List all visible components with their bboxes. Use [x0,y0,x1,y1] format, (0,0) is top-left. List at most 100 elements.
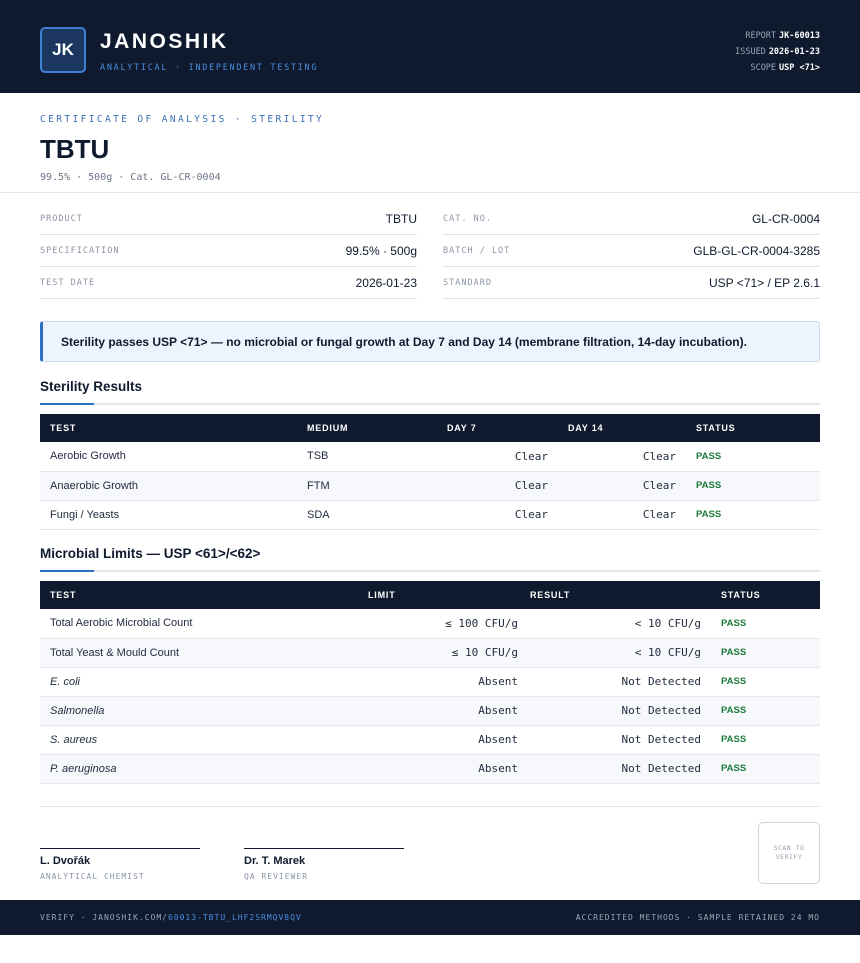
day7-result: Clear [437,442,558,472]
result: Not Detected [528,725,711,755]
section-underline [40,403,820,405]
status-badge: PASS [686,500,820,530]
status-badge: PASS [711,638,820,668]
status-badge: PASS [711,725,820,755]
test-name: Salmonella [40,696,358,726]
test-name: E. coli [40,667,358,697]
info-value: 99.5% · 500g [345,243,417,258]
sterility-section-title: Sterility Results [40,379,143,394]
limit: ≤ 10 CFU/g [358,638,528,668]
info-label: TEST DATE [40,277,96,288]
medium: TSB [297,442,437,472]
day14-result: Clear [558,500,686,530]
limit: Absent [358,754,528,784]
info-value: GL-CR-0004 [751,211,820,226]
table-row: Anaerobic Growth FTM Clear Clear PASS [40,471,820,501]
result: Not Detected [528,696,711,726]
column-header: TEST [40,581,358,609]
info-column-right: CAT. NO. GL-CR-0004 BATCH / LOT GLB-GL-C… [443,203,820,299]
microbial-limits-table: TEST LIMIT RESULT STATUS Total Aerobic M… [40,581,820,784]
page-title: TBTU [40,134,110,164]
signer-role: QA REVIEWER [244,872,308,881]
divider [0,192,860,193]
table-row: Aerobic Growth TSB Clear Clear PASS [40,442,820,472]
info-value: GLB-GL-CR-0004-3285 [693,243,820,258]
report-footer: VERIFY · JANOSHIK.COM/60013-TBTU_LHF2SRM… [0,900,860,935]
status-badge: PASS [711,667,820,697]
report-id: JK-60013 [779,31,820,41]
sterility-table: TEST MEDIUM DAY 7 DAY 14 STATUS Aerobic … [40,414,820,530]
table-header-row: TEST MEDIUM DAY 7 DAY 14 STATUS [40,414,820,442]
info-row: PRODUCT TBTU [40,203,417,235]
column-header: RESULT [528,581,711,609]
limit: ≤ 100 CFU/g [358,609,528,639]
result: Not Detected [528,667,711,697]
column-header: MEDIUM [297,414,437,442]
info-label: CAT. NO. [443,213,492,224]
test-name: Total Aerobic Microbial Count [40,609,358,639]
info-row: CAT. NO. GL-CR-0004 [443,203,820,235]
verify-link[interactable]: 60013-TBTU_LHF2SRMQV8QV [168,913,302,922]
section-underline [40,570,820,572]
table-row: Total Yeast & Mould Count ≤ 10 CFU/g < 1… [40,638,820,668]
divider [40,806,820,807]
table-row: P. aeruginosa Absent Not Detected PASS [40,754,820,784]
test-name: Fungi / Yeasts [40,500,297,530]
info-row: SPECIFICATION 99.5% · 500g [40,235,417,267]
column-header: LIMIT [358,581,528,609]
table-row: Salmonella Absent Not Detected PASS [40,696,820,726]
table-row: S. aureus Absent Not Detected PASS [40,725,820,755]
limit: Absent [358,696,528,726]
info-row: TEST DATE 2026-01-23 [40,267,417,299]
brand-name: JANOSHIK [100,30,229,53]
result-summary-notice: Sterility passes USP <71> — no microbial… [40,321,820,362]
signer-name: L. Dvořák [40,855,91,867]
day7-result: Clear [437,471,558,501]
info-value: 2026-01-23 [355,275,417,290]
report-label: REPORT [745,31,777,41]
test-name: Aerobic Growth [40,442,297,472]
status-badge: PASS [686,471,820,501]
column-header: TEST [40,414,297,442]
signer-name: Dr. T. Marek [244,855,306,867]
test-name: Total Yeast & Mould Count [40,638,358,668]
signature-block: L. Dvořák ANALYTICAL CHEMIST [40,848,200,881]
certificate-kicker: CERTIFICATE OF ANALYSIS · STERILITY [40,114,325,125]
table-row: Fungi / Yeasts SDA Clear Clear PASS [40,500,820,530]
footer-note: ACCREDITED METHODS · SAMPLE RETAINED 24 … [575,913,820,922]
verify-qr-placeholder[interactable]: SCAN TO VERIFY [758,822,820,884]
brand-tagline: ANALYTICAL · INDEPENDENT TESTING [100,63,319,73]
info-label: STANDARD [443,277,492,288]
status-badge: PASS [711,609,820,639]
report-header: JK JANOSHIK ANALYTICAL · INDEPENDENT TES… [0,0,860,93]
issued-date: 2026-01-23 [768,47,820,57]
column-header: DAY 14 [558,414,686,442]
result: < 10 CFU/g [528,609,711,639]
issued-label: ISSUED [735,47,766,57]
info-value: TBTU [385,211,417,226]
table-row: Total Aerobic Microbial Count ≤ 100 CFU/… [40,609,820,639]
logo: JK [40,27,86,73]
verify-prefix: VERIFY · JANOSHIK.COM/ [40,913,168,922]
limit: Absent [358,725,528,755]
info-label: PRODUCT [40,213,83,224]
table-row: E. coli Absent Not Detected PASS [40,667,820,697]
status-badge: PASS [711,754,820,784]
scope-label: SCOPE [750,63,777,73]
medium: SDA [297,500,437,530]
day14-result: Clear [558,471,686,501]
result: Not Detected [528,754,711,784]
status-badge: PASS [711,696,820,726]
status-badge: PASS [686,442,820,472]
info-row: STANDARD USP <71> / EP 2.6.1 [443,267,820,299]
report-meta: REPORT JK-60013 ISSUED 2026-01-23 SCOPE USP… [735,28,820,76]
info-value: USP <71> / EP 2.6.1 [709,275,820,290]
page-subtitle: 99.5% · 500g · Cat. GL-CR-0004 [40,172,221,183]
day7-result: Clear [437,500,558,530]
info-label: BATCH / LOT [443,245,511,256]
signer-role: ANALYTICAL CHEMIST [40,872,145,881]
verify-line: VERIFY · JANOSHIK.COM/60013-TBTU_LHF2SRM… [40,913,302,922]
medium: FTM [297,471,437,501]
column-header: STATUS [711,581,820,609]
test-name: S. aureus [40,725,358,755]
